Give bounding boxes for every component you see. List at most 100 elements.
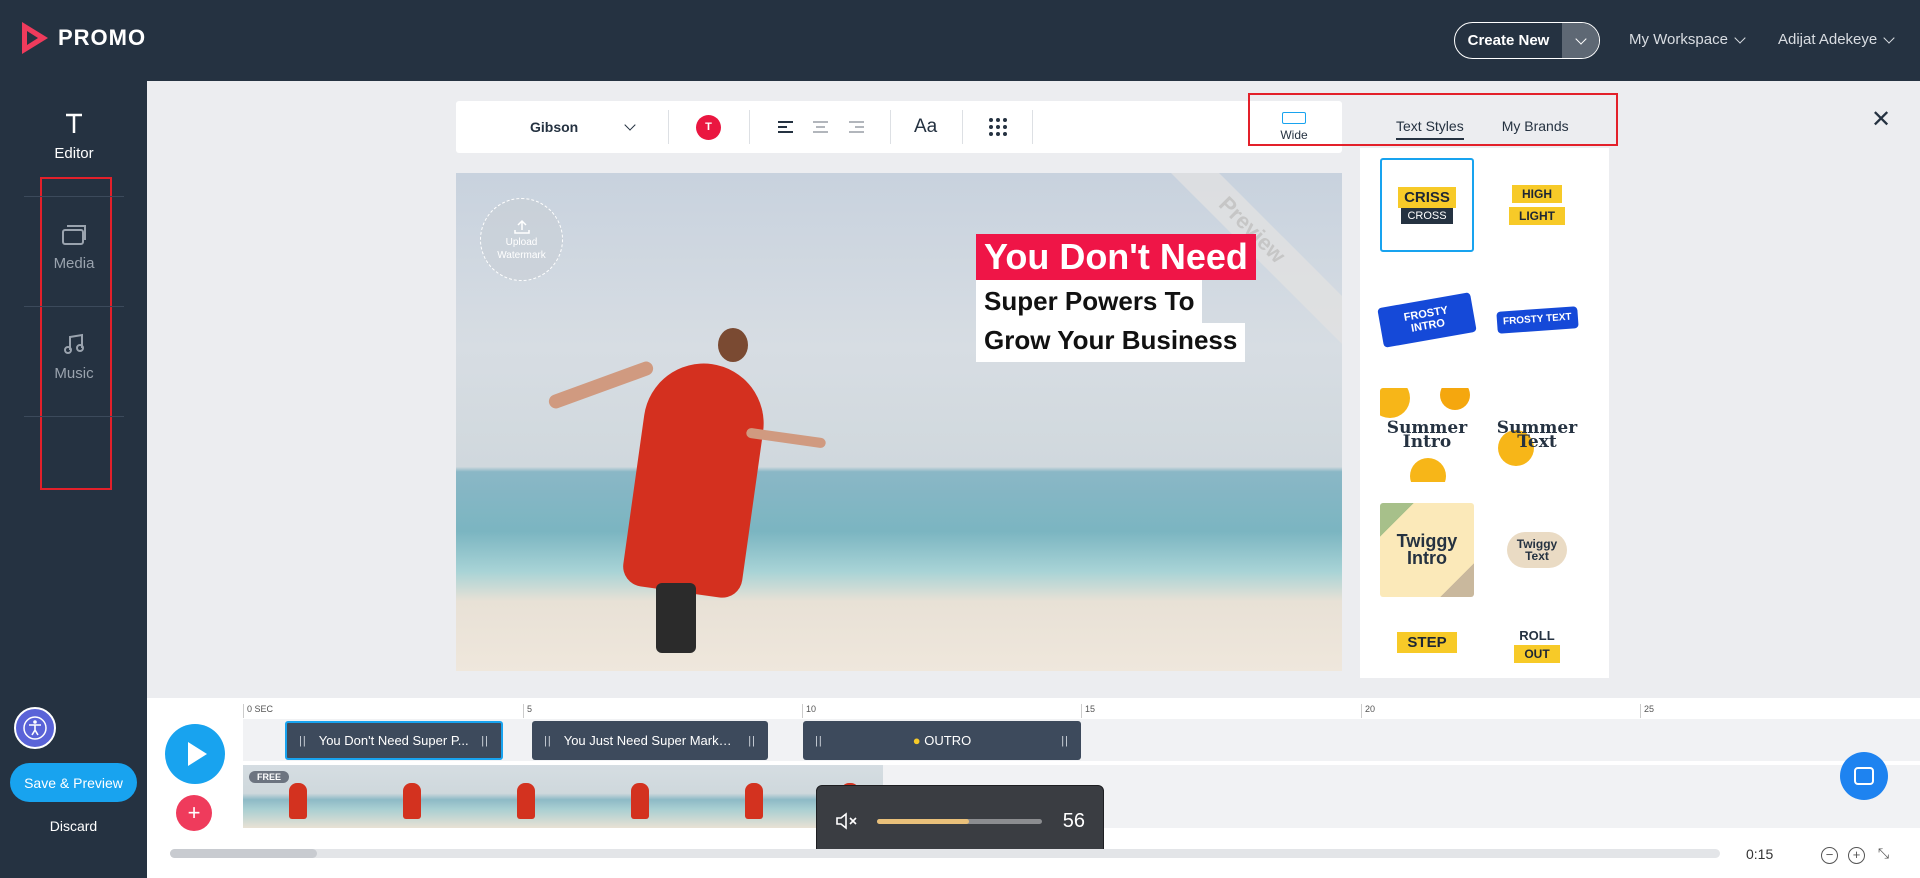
divider xyxy=(890,110,891,144)
volume-value: 56 xyxy=(1062,809,1085,832)
style-label: STEP xyxy=(1397,632,1457,653)
style-summer-intro[interactable]: Summer Intro xyxy=(1380,388,1474,482)
tab-text-styles[interactable]: Text Styles xyxy=(1396,118,1464,140)
decor-circle xyxy=(1410,458,1446,482)
headline-line: Super Powers To xyxy=(976,280,1203,323)
watermark-label: Upload xyxy=(505,236,538,248)
add-scene-button[interactable]: + xyxy=(176,795,212,831)
create-new-dropdown[interactable] xyxy=(1562,23,1599,58)
mute-icon[interactable] xyxy=(835,811,859,831)
tab-my-brands[interactable]: My Brands xyxy=(1502,118,1569,140)
text-icon xyxy=(24,109,124,139)
drag-handle-icon[interactable]: || xyxy=(481,735,489,747)
zoom-out-icon[interactable]: − xyxy=(1821,847,1838,864)
align-right-button[interactable] xyxy=(849,101,864,153)
style-label: Text xyxy=(1517,432,1557,452)
timeline-scrollbar[interactable] xyxy=(170,849,1720,858)
timeline-scroll-thumb[interactable] xyxy=(170,849,317,858)
drag-handle-icon[interactable]: || xyxy=(815,735,823,747)
video-thumbnail[interactable] xyxy=(471,765,585,828)
left-sidebar: Editor Media Music xyxy=(0,81,147,878)
volume-popover: 56 xyxy=(816,785,1104,857)
style-summer-text[interactable]: Summer Text xyxy=(1490,388,1584,482)
style-twiggy-text[interactable]: Twiggy Text xyxy=(1490,503,1584,597)
style-label: FROSTY INTRO xyxy=(1377,292,1477,348)
clip-label-text: OUTRO xyxy=(924,733,972,748)
style-roll-out[interactable]: ROLL OUT xyxy=(1490,618,1584,678)
style-criss-cross[interactable]: CRISS CROSS xyxy=(1380,158,1474,252)
media-icon xyxy=(24,219,124,249)
style-label: CROSS xyxy=(1401,207,1453,224)
chat-button[interactable] xyxy=(1840,752,1888,800)
divider xyxy=(668,110,669,144)
drag-handle-icon[interactable]: || xyxy=(1061,735,1069,747)
app-name: PROMO xyxy=(58,25,147,50)
font-select[interactable]: Gibson xyxy=(530,101,636,153)
style-frosty-intro[interactable]: FROSTY INTRO xyxy=(1377,273,1477,367)
style-label: Intro xyxy=(1402,432,1452,452)
sidebar-item-editor[interactable]: Editor xyxy=(24,109,124,162)
style-twiggy-intro[interactable]: Twiggy Intro xyxy=(1380,503,1474,597)
video-canvas[interactable]: Preview Upload Watermark You Don't Need … xyxy=(456,173,1342,671)
text-size-button[interactable]: Aa xyxy=(914,101,937,153)
chevron-down-icon xyxy=(624,119,636,131)
divider xyxy=(1032,110,1033,144)
discard-button[interactable]: Discard xyxy=(10,818,137,834)
volume-slider[interactable] xyxy=(877,818,1042,824)
create-new-button[interactable]: Create New xyxy=(1454,22,1600,59)
align-right-icon xyxy=(849,121,864,133)
timeline-clip[interactable]: || You Just Need Super Marke... || xyxy=(532,721,768,760)
timeline-clip[interactable]: || You Don't Need Super P... || xyxy=(285,721,503,760)
video-thumbnail[interactable] xyxy=(699,765,813,828)
drag-handle-icon[interactable]: || xyxy=(299,735,307,747)
style-label: HIGH xyxy=(1512,185,1562,203)
drag-handle-icon[interactable]: || xyxy=(748,735,756,747)
timeline-clip-outro[interactable]: || ● OUTRO || xyxy=(803,721,1081,760)
watermark-label: Watermark xyxy=(497,249,546,261)
current-time: 0:15 xyxy=(1746,846,1774,862)
save-preview-button[interactable]: Save & Preview xyxy=(10,763,137,802)
accessibility-button[interactable] xyxy=(14,707,56,749)
align-left-button[interactable] xyxy=(778,101,793,153)
text-styles-panel: CRISS CROSS HIGH LIGHT FROSTY INTRO FROS… xyxy=(1360,148,1609,678)
style-high-light[interactable]: HIGH LIGHT xyxy=(1490,158,1584,252)
divider xyxy=(24,306,124,307)
video-thumbnail[interactable] xyxy=(357,765,471,828)
ruler-tick: 0 SEC xyxy=(243,704,273,718)
sidebar-item-music[interactable]: Music xyxy=(24,329,124,382)
zoom-in-icon[interactable]: + xyxy=(1848,847,1865,864)
music-icon xyxy=(24,329,124,359)
workspace-menu[interactable]: My Workspace xyxy=(1629,31,1746,48)
decor-circle xyxy=(1440,388,1470,410)
align-center-button[interactable] xyxy=(813,101,828,153)
drag-handle-icon[interactable]: || xyxy=(544,735,552,747)
sidebar-item-media[interactable]: Media xyxy=(24,219,124,272)
decor-circle xyxy=(1380,388,1410,418)
style-step[interactable]: STEP xyxy=(1380,618,1474,678)
upload-watermark-button[interactable]: Upload Watermark xyxy=(480,198,563,281)
style-label: CRISS xyxy=(1398,186,1456,208)
clip-label: You Just Need Super Marke... xyxy=(563,733,737,748)
user-menu[interactable]: Adijat Adekeye xyxy=(1778,31,1895,48)
video-thumbnail[interactable] xyxy=(585,765,699,828)
text-color-button[interactable]: T xyxy=(696,101,721,153)
play-button[interactable] xyxy=(165,724,225,784)
scene-figure xyxy=(718,328,748,362)
user-name: Adijat Adekeye xyxy=(1778,31,1878,48)
more-options-button[interactable] xyxy=(989,101,1007,153)
fit-timeline-icon[interactable]: ⤡ xyxy=(1875,846,1892,864)
style-label: FROSTY TEXT xyxy=(1495,306,1579,334)
headline-text[interactable]: You Don't Need Super Powers To Grow Your… xyxy=(976,234,1256,362)
style-frosty-text[interactable]: FROSTY TEXT xyxy=(1490,273,1584,367)
promo-logo[interactable]: PROMO xyxy=(22,22,146,54)
workspace-label: My Workspace xyxy=(1629,31,1728,48)
headline-line: Grow Your Business xyxy=(976,323,1246,362)
chevron-down-icon xyxy=(1883,31,1895,44)
timeline-ruler: 0 SEC 5 10 15 20 25 xyxy=(243,698,1883,718)
text-color-swatch: T xyxy=(696,114,721,140)
close-icon[interactable]: ✕ xyxy=(1871,108,1891,132)
top-bar: PROMO Create New My Workspace Adijat Ade… xyxy=(0,0,1920,81)
chevron-down-icon xyxy=(1574,32,1587,45)
clip-label: You Don't Need Super P... xyxy=(318,733,469,748)
divider xyxy=(24,196,124,197)
